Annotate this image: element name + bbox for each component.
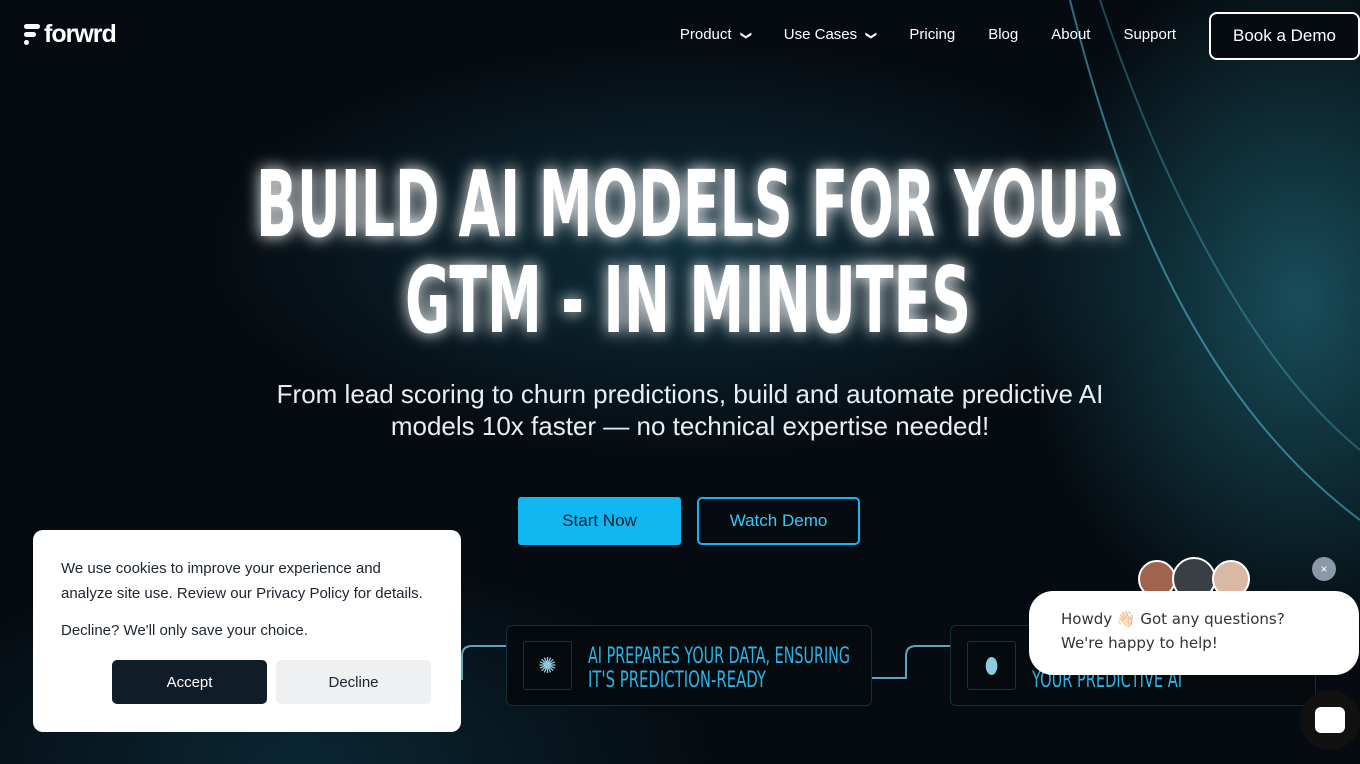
chat-message: Howdy 👋🏻 Got any questions? We're happy …	[1061, 610, 1285, 652]
watch-demo-button[interactable]: Watch Demo	[697, 497, 860, 545]
hero-title: BUILD AI MODELS FOR YOUR GTM - IN MINUTE…	[256, 151, 1122, 350]
logo[interactable]: forwrd	[24, 20, 117, 49]
connector-line	[872, 645, 950, 679]
logo-icon	[24, 23, 40, 46]
brain-icon: ✺	[523, 641, 572, 690]
hero-subtitle: From lead scoring to churn predictions, …	[276, 379, 1104, 441]
step-text-line: IT'S PREDICTION-READY	[588, 668, 766, 693]
nav-use-cases[interactable]: Use Cases ❯	[784, 26, 877, 43]
chat-bubble-icon	[1315, 707, 1345, 733]
chevron-down-icon: ❯	[865, 30, 878, 41]
step-text-line: AI PREPARES YOUR DATA, ENSURING	[588, 644, 850, 669]
connector-line	[461, 645, 506, 680]
nav-blog[interactable]: Blog	[988, 26, 1018, 43]
chat-launcher-button[interactable]	[1300, 690, 1360, 750]
top-nav: forwrd Product ❯ Use Cases ❯ Pricing Blog …	[0, 0, 1360, 70]
nav-pricing[interactable]: Pricing	[909, 26, 955, 43]
chevron-down-icon: ❯	[739, 30, 752, 41]
accept-cookies-button[interactable]: Accept	[112, 660, 267, 704]
nav-product[interactable]: Product ❯	[680, 26, 752, 43]
nav-about[interactable]: About	[1051, 26, 1090, 43]
logo-text: forwrd	[44, 20, 117, 48]
close-chat-icon[interactable]: ×	[1312, 557, 1336, 581]
hero-title-line: BUILD AI MODELS FOR YOUR	[256, 151, 1122, 258]
cookie-text: We use cookies to improve your experienc…	[61, 560, 423, 602]
step-text: AI PREPARES YOUR DATA, ENSURING IT'S PRE…	[588, 644, 850, 693]
hero-title-line: GTM - IN MINUTES	[405, 247, 971, 350]
step-card: ✺ AI PREPARES YOUR DATA, ENSURING IT'S P…	[506, 625, 872, 706]
football-icon: ⬮	[967, 641, 1016, 690]
cookie-decline-note: Decline? We'll only save your choice.	[61, 622, 308, 639]
cookie-banner: We use cookies to improve your experienc…	[33, 530, 461, 732]
chat-popup[interactable]: Howdy 👋🏻 Got any questions? We're happy …	[1029, 591, 1359, 675]
start-now-button[interactable]: Start Now	[518, 497, 681, 545]
nav-support[interactable]: Support	[1123, 26, 1176, 43]
decline-cookies-button[interactable]: Decline	[276, 660, 431, 704]
book-demo-button[interactable]: Book a Demo	[1209, 12, 1360, 60]
